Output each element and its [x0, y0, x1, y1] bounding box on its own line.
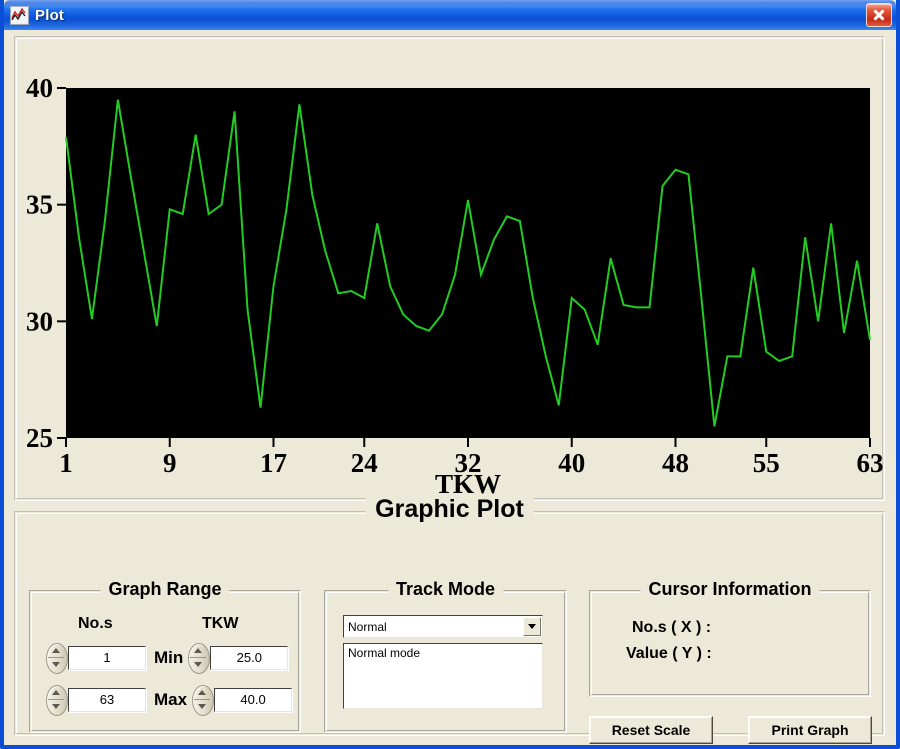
graph-range-min-row: 1 Min 25.0 — [46, 643, 289, 674]
stepper-down-icon — [52, 704, 60, 709]
chart-container[interactable]: 25 30 35 40 1 9 17 24 32 40 48 55 63 TKW — [16, 38, 883, 500]
svg-text:24: 24 — [351, 448, 378, 478]
graphic-plot-title: Graphic Plot — [365, 495, 534, 524]
stepper-down-icon — [194, 662, 203, 667]
cursor-information-groupbox: Cursor Information No.s ( X ) : Value ( … — [589, 579, 871, 697]
svg-text:40: 40 — [558, 448, 585, 478]
y-axis: 25 30 35 40 — [26, 73, 66, 453]
track-mode-groupbox: Track Mode Normal Normal mode — [324, 579, 567, 733]
client-area: 25 30 35 40 1 9 17 24 32 40 48 55 63 TKW Graphic Pl… — [4, 30, 896, 745]
print-graph-button[interactable]: Print Graph — [748, 716, 872, 744]
nos-min-input[interactable]: 1 — [68, 645, 146, 670]
nos-min-stepper[interactable] — [46, 643, 68, 674]
min-label: Min — [154, 647, 184, 667]
cursor-x-row: No.s ( X ) : — [632, 619, 777, 637]
tkw-max-stepper[interactable] — [192, 685, 215, 716]
cursor-y-label: Value ( Y ) : — [626, 645, 712, 662]
line-chart[interactable]: 25303540 1 9 17 24 32 40 48 55 63 TKW — [16, 38, 883, 500]
plot-background — [66, 88, 870, 438]
plot-window: Plot 25 30 35 40 1 9 17 24 32 40 48 55 63 TKW G — [0, 0, 900, 749]
tkw-max-input[interactable]: 40.0 — [214, 687, 293, 712]
graph-range-max-row: 63 Max 40.0 — [46, 685, 293, 716]
svg-text:63: 63 — [857, 448, 884, 478]
svg-text:25: 25 — [26, 423, 53, 453]
stepper-up-icon — [52, 648, 60, 653]
nos-max-stepper[interactable] — [46, 685, 68, 716]
svg-text:55: 55 — [753, 448, 780, 478]
window-title: Plot — [35, 6, 65, 24]
cursor-information-inner — [591, 592, 869, 695]
svg-text:35: 35 — [26, 190, 53, 220]
svg-text:48: 48 — [662, 448, 689, 478]
graph-range-tkw-header: TKW — [202, 615, 239, 632]
svg-text:30: 30 — [26, 306, 53, 336]
track-mode-select[interactable]: Normal — [343, 615, 543, 638]
stepper-down-icon — [198, 704, 207, 709]
chevron-down-icon[interactable] — [523, 617, 541, 636]
graph-range-title: Graph Range — [100, 579, 230, 600]
svg-text:1: 1 — [59, 448, 73, 478]
graph-range-nos-header: No.s — [78, 615, 113, 632]
max-label: Max — [154, 689, 188, 709]
cursor-information-title: Cursor Information — [640, 579, 820, 600]
track-mode-description[interactable]: Normal mode — [343, 643, 543, 709]
tkw-min-stepper[interactable] — [188, 643, 211, 674]
svg-text:9: 9 — [163, 448, 177, 478]
graph-range-groupbox: Graph Range No.s TKW 1 Min 25.0 63 Max 4… — [29, 579, 301, 733]
reset-scale-button[interactable]: Reset Scale — [589, 716, 713, 744]
stepper-down-icon — [52, 662, 60, 667]
title-bar[interactable]: Plot — [4, 0, 896, 30]
close-icon[interactable] — [866, 3, 892, 27]
stepper-up-icon — [194, 648, 203, 653]
nos-max-input[interactable]: 63 — [68, 687, 146, 712]
svg-text:17: 17 — [260, 448, 287, 478]
chart-icon — [10, 5, 29, 25]
cursor-x-label: No.s ( X ) : — [632, 619, 712, 636]
tkw-min-input[interactable]: 25.0 — [210, 645, 289, 670]
stepper-up-icon — [198, 690, 207, 695]
stepper-up-icon — [52, 690, 60, 695]
cursor-y-row: Value ( Y ) : — [626, 645, 778, 663]
svg-text:40: 40 — [26, 73, 53, 103]
track-mode-selected-value: Normal — [348, 619, 387, 634]
track-mode-title: Track Mode — [387, 579, 504, 600]
